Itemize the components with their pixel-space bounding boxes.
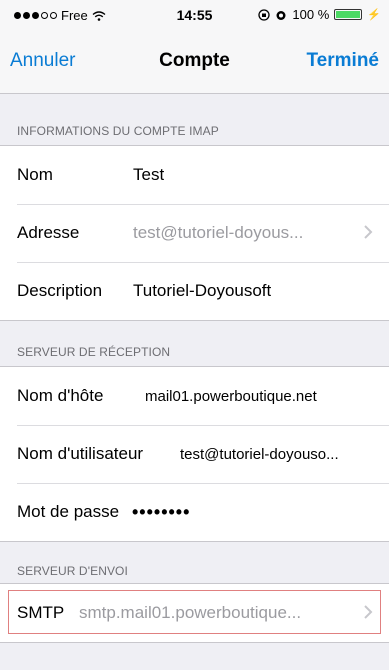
outgoing-server-group: SMTP smtp.mail01.powerboutique... <box>0 583 389 643</box>
smtp-row[interactable]: SMTP smtp.mail01.powerboutique... <box>0 584 389 642</box>
address-label: Adresse <box>17 223 80 242</box>
username-value[interactable]: test@tutoriel-doyouso... <box>180 446 339 463</box>
done-button[interactable]: Terminé <box>306 50 379 72</box>
battery-percent: 100 % <box>292 7 330 22</box>
description-value[interactable]: Tutoriel-Doyousoft <box>133 281 271 301</box>
rotation-lock-icon <box>258 8 271 21</box>
status-bar: Free 14:55 100 % ⚡ <box>0 0 389 30</box>
outgoing-section-header: SERVEUR D'ENVOI <box>17 564 128 578</box>
chevron-right-icon <box>364 605 373 619</box>
username-label: Nom d'utilisateur <box>17 444 144 463</box>
password-row[interactable]: Mot de passe •••••••• <box>0 483 389 541</box>
hostname-value[interactable]: mail01.powerboutique.net <box>145 388 317 405</box>
hostname-row[interactable]: Nom d'hôte mail01.powerboutique.net <box>0 367 389 425</box>
description-label: Description <box>17 281 103 300</box>
battery-fill <box>336 11 361 18</box>
name-row[interactable]: Nom Test <box>0 146 389 204</box>
navigation-bar: Annuler Compte Terminé <box>0 30 389 94</box>
status-right: 100 % ⚡ <box>258 7 381 22</box>
charging-icon: ⚡ <box>367 9 381 21</box>
name-value[interactable]: Test <box>133 165 164 185</box>
battery-icon <box>334 9 363 20</box>
imap-account-group: Nom Test Adresse test@tutoriel-doyous...… <box>0 145 389 321</box>
imap-section-header: INFORMATIONS DU COMPTE IMAP <box>17 124 219 138</box>
chevron-right-icon <box>364 225 373 239</box>
alarm-icon <box>276 10 286 20</box>
hostname-label: Nom d'hôte <box>17 386 104 405</box>
address-value: test@tutoriel-doyous... <box>133 223 304 242</box>
password-value[interactable]: •••••••• <box>132 502 190 523</box>
incoming-server-group: Nom d'hôte mail01.powerboutique.net Nom … <box>0 366 389 542</box>
incoming-section-header: SERVEUR DE RÉCEPTION <box>17 345 171 359</box>
smtp-label: SMTP <box>17 603 65 622</box>
name-label: Nom <box>17 165 53 184</box>
username-row[interactable]: Nom d'utilisateur test@tutoriel-doyouso.… <box>0 425 389 483</box>
description-row[interactable]: Description Tutoriel-Doyousoft <box>0 262 389 320</box>
address-row[interactable]: Adresse test@tutoriel-doyous... <box>0 204 389 262</box>
smtp-value: smtp.mail01.powerboutique... <box>79 603 302 622</box>
password-label: Mot de passe <box>17 502 120 521</box>
